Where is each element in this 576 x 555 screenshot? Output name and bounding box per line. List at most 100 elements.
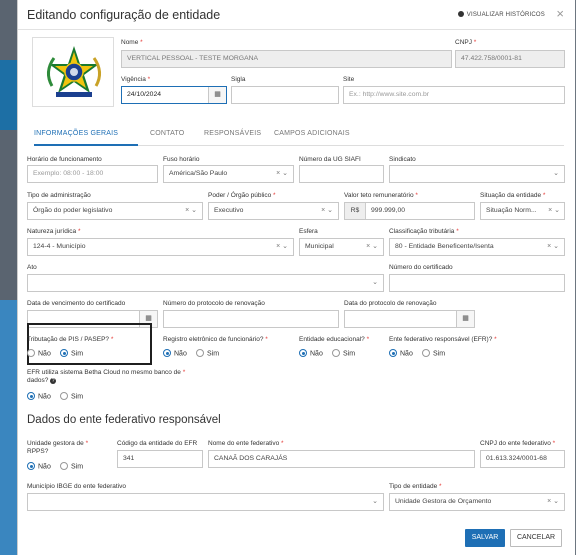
ato-select[interactable]: ⌄ xyxy=(27,274,384,292)
currency-prefix: R$ xyxy=(345,203,366,219)
situacao-select[interactable]: Situação Norm... × ⌄ xyxy=(480,202,565,220)
registro-radio-sim[interactable]: Sim xyxy=(196,349,219,358)
active-tab-indicator xyxy=(34,144,138,146)
section-title: Dados do ente federativo responsável xyxy=(27,414,221,426)
highlight-box xyxy=(27,323,152,365)
num-protocolo-label: Número do protocolo de renovação xyxy=(163,300,265,307)
registro-radio-nao[interactable]: Não xyxy=(163,349,187,358)
clear-chevron-icon[interactable]: × ⌄ xyxy=(321,203,333,219)
tab-responsaveis[interactable]: RESPONSÁVEIS xyxy=(204,130,261,137)
cnpj-label: CNPJ * xyxy=(455,39,477,46)
radio-selected-icon xyxy=(27,392,35,400)
pis-radio-sim[interactable]: Sim xyxy=(60,349,83,358)
municipio-label: Município IBGE do ente federativo xyxy=(27,483,127,490)
efr-radio-nao[interactable]: Não xyxy=(389,349,413,358)
data-protocolo-input[interactable]: ▦ xyxy=(344,310,475,328)
cnpj-efr-input[interactable]: 01.613.324/0001-68 xyxy=(480,450,565,468)
classificacao-select[interactable]: 80 - Entidade Beneficente/Isenta × ⌄ xyxy=(389,238,565,256)
tab-campos-adicionais[interactable]: CAMPOS ADICIONAIS xyxy=(274,130,350,137)
educacional-label: Entidade educacional? * xyxy=(299,336,370,343)
radio-icon xyxy=(332,349,340,357)
poder-select[interactable]: Executivo × ⌄ xyxy=(208,202,339,220)
tipo-admin-select[interactable]: Órgão do poder legislativo × ⌄ xyxy=(27,202,203,220)
nome-input[interactable]: VERTICAL PESSOAL - TESTE MORGANA xyxy=(121,50,452,68)
site-label: Site xyxy=(343,76,355,83)
vigencia-label: Vigência * xyxy=(121,76,151,83)
history-icon xyxy=(457,11,464,17)
tab-informacoes-gerais[interactable]: INFORMAÇÕES GERAIS xyxy=(34,130,118,137)
teto-input[interactable]: R$ 999.999,00 xyxy=(344,202,475,220)
classificacao-label: Classificação tributária * xyxy=(389,228,459,235)
betha-label: EFR utiliza sistema Betha Cloud no mesmo… xyxy=(27,369,186,376)
radio-selected-icon xyxy=(60,349,68,357)
num-cert-input[interactable] xyxy=(389,274,565,292)
efr-label: Ente federativo responsável (EFR)? * xyxy=(389,336,497,343)
clear-chevron-icon[interactable]: × ⌄ xyxy=(276,166,288,182)
betha-radio-nao[interactable]: Não xyxy=(27,392,51,401)
gestora-radio-nao[interactable]: Não xyxy=(27,462,51,471)
situacao-label: Situação da entidade * xyxy=(480,192,546,199)
efr-radio-sim[interactable]: Sim xyxy=(422,349,445,358)
horario-label: Horário de funcionamento xyxy=(27,156,102,163)
pis-label: Tributação de PIS / PASEP? * xyxy=(27,336,114,343)
esfera-select[interactable]: Municipal × ⌄ xyxy=(299,238,384,256)
clear-chevron-icon[interactable]: × ⌄ xyxy=(547,239,559,255)
close-icon[interactable]: × xyxy=(556,6,564,21)
chevron-down-icon[interactable]: ⌄ xyxy=(372,494,378,510)
betha-label-line2: dados? ? xyxy=(27,377,57,384)
pis-radio-nao[interactable]: Não xyxy=(27,349,51,358)
sindicato-label: Sindicato xyxy=(389,156,416,163)
educacional-radio-nao[interactable]: Não xyxy=(299,349,323,358)
venc-cert-label: Data de vencimento do certificado xyxy=(27,300,126,307)
municipio-select[interactable]: ⌄ xyxy=(27,493,384,511)
sindicato-select[interactable]: ⌄ xyxy=(389,165,565,183)
fuso-select[interactable]: América/São Paulo × ⌄ xyxy=(163,165,294,183)
tab-contato[interactable]: CONTATO xyxy=(150,130,184,137)
radio-selected-icon xyxy=(163,349,171,357)
betha-radio-sim[interactable]: Sim xyxy=(60,392,83,401)
sigla-input[interactable] xyxy=(231,86,339,104)
tipo-entidade-label: Tipo de entidade * xyxy=(389,483,442,490)
clear-chevron-icon[interactable]: × ⌄ xyxy=(366,239,378,255)
radio-selected-icon xyxy=(27,462,35,470)
codigo-efr-input[interactable]: 341 xyxy=(117,450,203,468)
siafi-input[interactable] xyxy=(299,165,384,183)
clear-chevron-icon[interactable]: × ⌄ xyxy=(548,203,560,219)
registro-label: Registro eletrônico de funcionário? * xyxy=(163,336,268,343)
clear-chevron-icon[interactable]: × ⌄ xyxy=(276,239,288,255)
num-cert-label: Número do certificado xyxy=(389,264,453,271)
help-icon[interactable]: ? xyxy=(50,378,57,384)
cancel-button[interactable]: CANCELAR xyxy=(510,529,562,547)
gestora-label: Unidade gestora de * xyxy=(27,440,89,447)
clear-chevron-icon[interactable]: × ⌄ xyxy=(547,494,559,510)
view-history-link[interactable]: VISUALIZAR HISTÓRICOS xyxy=(457,11,545,18)
radio-icon xyxy=(60,392,68,400)
cnpj-input[interactable]: 47.422.758/0001-81 xyxy=(455,50,565,68)
entity-logo[interactable] xyxy=(32,37,114,107)
radio-icon xyxy=(196,349,204,357)
tab-bar: INFORMAÇÕES GERAIS CONTATO RESPONSÁVEIS … xyxy=(34,128,564,146)
chevron-down-icon[interactable]: ⌄ xyxy=(372,275,378,291)
tipo-entidade-select[interactable]: Unidade Gestora de Orçamento × ⌄ xyxy=(389,493,565,511)
radio-icon xyxy=(60,462,68,470)
chevron-down-icon[interactable]: ⌄ xyxy=(553,166,559,182)
vigencia-input[interactable]: 24/10/2024 ▦ xyxy=(121,86,227,104)
natureza-select[interactable]: 124-4 - Município × ⌄ xyxy=(27,238,294,256)
ato-label: Ato xyxy=(27,264,37,271)
horario-input[interactable]: Exemplo: 08:00 - 18:00 xyxy=(27,165,158,183)
save-button[interactable]: SALVAR xyxy=(465,529,505,547)
clear-chevron-icon[interactable]: × ⌄ xyxy=(185,203,197,219)
site-input[interactable]: Ex.: http://www.site.com.br xyxy=(343,86,565,104)
coat-of-arms-icon xyxy=(47,46,101,97)
nome-efr-label: Nome do ente federativo * xyxy=(208,440,284,447)
sigla-label: Sigla xyxy=(231,76,246,83)
siafi-label: Número da UG SIAFI xyxy=(299,156,361,163)
nome-efr-input[interactable]: CANAÃ DOS CARAJÁS xyxy=(208,450,475,468)
num-protocolo-input[interactable] xyxy=(163,310,339,328)
calendar-icon[interactable]: ▦ xyxy=(456,311,474,327)
gestora-label-line2: RPPS? xyxy=(27,448,49,455)
gestora-radio-sim[interactable]: Sim xyxy=(60,462,83,471)
calendar-icon[interactable]: ▦ xyxy=(208,87,226,103)
educacional-radio-sim[interactable]: Sim xyxy=(332,349,355,358)
esfera-label: Esfera xyxy=(299,228,318,235)
